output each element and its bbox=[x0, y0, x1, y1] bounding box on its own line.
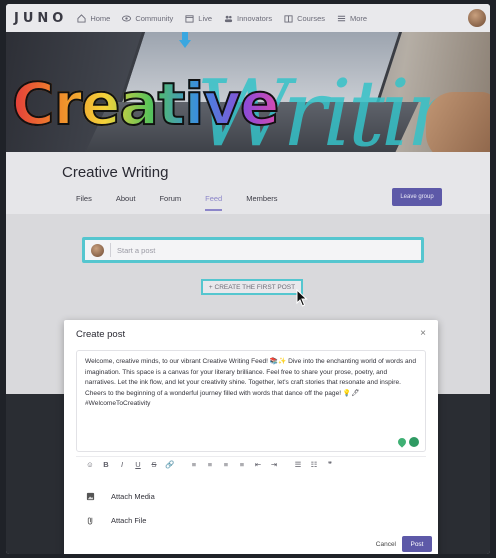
outdent-icon[interactable]: ⇤ bbox=[250, 460, 266, 469]
nav-item-live[interactable]: Live bbox=[185, 14, 212, 23]
nav-label: Live bbox=[198, 13, 213, 23]
start-post-input[interactable]: Start a post bbox=[117, 246, 155, 255]
editor-icons bbox=[396, 436, 419, 448]
leave-group-button[interactable]: Leave group bbox=[392, 188, 442, 206]
formatting-toolbar: ☺ B I U S 🔗 ≡ ≡ ≡ ≡ ⇤ ⇥ ☰ ☷ ❞ bbox=[76, 456, 426, 472]
link-icon[interactable]: 🔗 bbox=[162, 460, 178, 469]
nav-item-more[interactable]: More bbox=[337, 14, 367, 23]
align-left-icon[interactable]: ≡ bbox=[186, 460, 202, 469]
nav-item-innovators[interactable]: Innovators bbox=[224, 14, 272, 23]
paperclip-icon bbox=[87, 517, 93, 525]
group-banner: Writing Creative bbox=[6, 32, 490, 152]
arrow-down-icon bbox=[179, 32, 191, 48]
attach-file-button[interactable]: Attach File bbox=[86, 516, 146, 525]
top-nav: JUNO Home Community Live Innovators Cour… bbox=[6, 4, 490, 32]
underline-icon[interactable]: U bbox=[130, 460, 146, 469]
tab-members[interactable]: Members bbox=[246, 194, 277, 211]
calendar-icon bbox=[185, 14, 194, 23]
post-editor[interactable]: Welcome, creative minds, to our vibrant … bbox=[76, 350, 426, 452]
nav-item-courses[interactable]: Courses bbox=[284, 14, 325, 23]
post-button[interactable]: Post bbox=[402, 536, 432, 552]
bullet-list-icon[interactable]: ☰ bbox=[290, 460, 306, 469]
home-icon bbox=[77, 13, 86, 23]
nav-label: Community bbox=[135, 13, 174, 23]
quote-icon[interactable]: ❞ bbox=[322, 460, 338, 469]
post-body-text[interactable]: Welcome, creative minds, to our vibrant … bbox=[85, 357, 417, 410]
tab-files[interactable]: Files bbox=[76, 194, 92, 211]
attach-media-label: Attach Media bbox=[111, 492, 155, 501]
nav-item-community[interactable]: Community bbox=[122, 14, 173, 23]
strikethrough-icon[interactable]: S bbox=[146, 460, 162, 469]
eye-icon bbox=[122, 15, 132, 21]
attach-media-button[interactable]: Attach Media bbox=[86, 492, 155, 501]
tab-feed[interactable]: Feed bbox=[205, 194, 223, 211]
align-center-icon[interactable]: ≡ bbox=[202, 460, 218, 469]
user-avatar[interactable] bbox=[468, 9, 486, 27]
numbered-list-icon[interactable]: ☷ bbox=[306, 460, 322, 469]
nav-label: Courses bbox=[297, 13, 326, 23]
people-icon bbox=[224, 15, 233, 22]
close-icon[interactable]: × bbox=[420, 328, 426, 339]
group-title: Creative Writing bbox=[62, 164, 169, 181]
banner-headline: Creative bbox=[11, 69, 280, 139]
book-icon bbox=[284, 14, 293, 23]
divider bbox=[110, 243, 111, 257]
align-right-icon[interactable]: ≡ bbox=[218, 460, 234, 469]
modal-title: Create post bbox=[76, 329, 126, 340]
create-post-modal: Create post × Welcome, creative minds, t… bbox=[64, 320, 438, 554]
indent-icon[interactable]: ⇥ bbox=[266, 460, 282, 469]
image-icon bbox=[86, 492, 95, 501]
cancel-button[interactable]: Cancel bbox=[376, 541, 396, 548]
globe-icon[interactable] bbox=[409, 437, 419, 447]
emoji-icon[interactable]: ☺ bbox=[82, 460, 98, 469]
create-first-post-button[interactable]: + CREATE THE FIRST POST bbox=[201, 279, 303, 295]
logo[interactable]: JUNO bbox=[14, 11, 67, 26]
menu-icon bbox=[337, 15, 346, 21]
page: JUNO Home Community Live Innovators Cour… bbox=[6, 4, 490, 554]
mouse-cursor-icon bbox=[296, 289, 308, 307]
group-header: Creative Writing Files About Forum Feed … bbox=[6, 152, 490, 214]
tab-about[interactable]: About bbox=[116, 194, 136, 211]
start-post-box[interactable]: Start a post bbox=[82, 237, 424, 263]
location-icon[interactable] bbox=[396, 436, 408, 448]
nav-label: More bbox=[350, 13, 368, 23]
avatar bbox=[91, 243, 104, 257]
tab-forum[interactable]: Forum bbox=[159, 194, 181, 211]
italic-icon[interactable]: I bbox=[114, 460, 130, 469]
nav-label: Innovators bbox=[237, 13, 273, 23]
bold-icon[interactable]: B bbox=[98, 460, 114, 469]
nav-label: Home bbox=[90, 13, 111, 23]
align-justify-icon[interactable]: ≡ bbox=[234, 460, 250, 469]
group-tabs: Files About Forum Feed Members bbox=[76, 194, 302, 211]
nav-item-home[interactable]: Home bbox=[77, 14, 110, 23]
attach-file-label: Attach File bbox=[111, 516, 147, 525]
hand-image bbox=[426, 92, 490, 152]
